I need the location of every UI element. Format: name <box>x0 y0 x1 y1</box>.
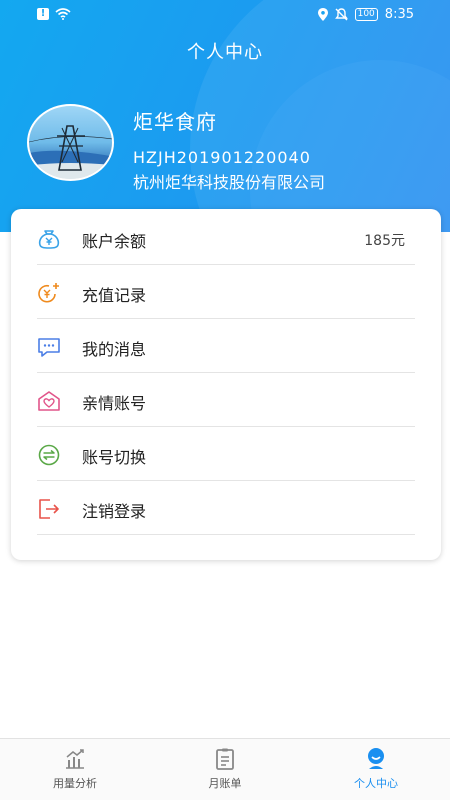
menu-item-label: 账户余额 <box>82 232 147 251</box>
battery-indicator: 100 <box>354 8 378 21</box>
alert-icon: ! <box>37 8 49 20</box>
tab-personal-center[interactable]: 个人中心 <box>316 747 436 791</box>
menu-card: 账户余额 185元 充值记录 我的消息 亲情账号 账号切换 注销登录 <box>11 209 441 560</box>
menu-item-recharge-records[interactable]: 充值记录 <box>37 265 415 319</box>
bill-icon <box>216 748 234 770</box>
menu-item-label: 注销登录 <box>82 502 147 521</box>
tab-label: 用量分析 <box>53 777 97 790</box>
mute-bell-icon <box>334 8 348 21</box>
recharge-yuan-icon <box>38 283 59 303</box>
chart-icon <box>66 749 84 769</box>
wallet-yuan-icon <box>38 230 60 249</box>
page-title: 个人中心 <box>187 42 263 63</box>
balance-value: 185元 <box>364 233 405 249</box>
family-heart-icon <box>38 391 60 411</box>
tab-label: 月账单 <box>208 777 242 790</box>
avatar[interactable] <box>27 104 114 181</box>
menu-item-family-account[interactable]: 亲情账号 <box>37 373 415 427</box>
tab-usage-analysis[interactable]: 用量分析 <box>15 747 135 791</box>
tab-monthly-bill[interactable]: 月账单 <box>165 747 285 791</box>
menu-item-logout[interactable]: 注销登录 <box>37 481 415 535</box>
tab-label: 个人中心 <box>354 777 398 790</box>
menu-item-switch-account[interactable]: 账号切换 <box>37 427 415 481</box>
avatar-image <box>29 125 112 179</box>
menu-item-my-messages[interactable]: 我的消息 <box>37 319 415 373</box>
switch-arrows-icon <box>38 444 60 466</box>
status-time: 8:35 <box>384 7 414 22</box>
menu-item-label: 充值记录 <box>82 286 147 305</box>
company-name: 杭州炬华科技股份有限公司 <box>133 173 326 192</box>
wifi-icon <box>55 8 71 20</box>
menu-item-label: 账号切换 <box>82 448 147 467</box>
location-icon <box>317 8 328 21</box>
menu-item-label: 我的消息 <box>82 340 147 359</box>
profile-header: ! 100 8:35 个人中心 炬华食府 HZJH201901220040 杭州… <box>0 0 450 232</box>
person-icon <box>368 748 384 769</box>
profile-name: 炬华食府 <box>133 110 217 134</box>
account-id: HZJH201901220040 <box>133 148 311 167</box>
menu-item-label: 亲情账号 <box>82 394 147 413</box>
logout-icon <box>39 499 59 519</box>
status-bar: ! 100 8:35 <box>0 0 450 30</box>
message-icon <box>38 338 60 357</box>
bottom-tab-bar: 用量分析 月账单 个人中心 <box>0 738 450 800</box>
menu-item-account-balance[interactable]: 账户余额 185元 <box>37 211 415 265</box>
